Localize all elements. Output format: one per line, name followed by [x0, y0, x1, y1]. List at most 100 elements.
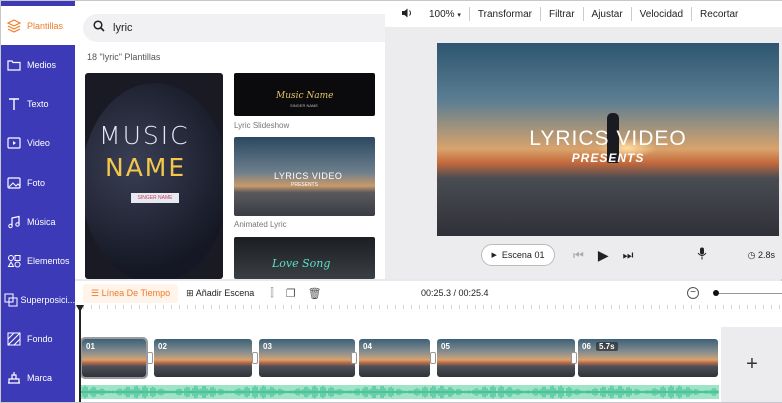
folder-icon [1, 58, 27, 72]
duplicate-icon[interactable]: ❐ [286, 287, 296, 300]
trash-icon[interactable]: 🗑 [308, 287, 322, 300]
volume-icon[interactable] [385, 7, 421, 22]
thumb-singer-tag: SINGER NAME [131, 193, 179, 203]
thumb-title-line1: MUSIC [99, 121, 190, 150]
template-thumb-music-name[interactable]: MUSIC NAME SINGER NAME [85, 73, 223, 279]
sidebar-item-label: Elementos [27, 255, 70, 266]
thumb-title: Music Name [276, 91, 334, 101]
thumb-title: Love Song [272, 257, 331, 270]
timeline-header: ☰ Línea De Tiempo ⊞ Añadir Escena ⫿ ❐ 🗑 … [75, 281, 782, 305]
skip-back-icon[interactable]: ⏮ [573, 248, 584, 263]
video-editor: Plantillas Medios Texto Video Foto Músic… [0, 0, 782, 403]
sidebar-item-label: Fondo [27, 333, 53, 344]
thumb-title-line2: NAME [105, 153, 187, 182]
clock-icon: ◷ [747, 249, 756, 260]
scene-number: 03 [263, 342, 272, 351]
sidebar-item-label: Música [27, 216, 56, 227]
sidebar-item-elementos[interactable]: Elementos [1, 241, 75, 280]
timeline-icon: ☰ [91, 287, 100, 298]
sidebar-item-label: Superposici... [20, 294, 75, 305]
brand-icon [1, 371, 27, 385]
transition-handle[interactable] [430, 352, 436, 364]
crop-button[interactable]: Recortar [692, 9, 746, 20]
scene-duration-badge: 5.7s [596, 342, 618, 351]
video-icon [1, 136, 27, 150]
tab-label: Línea De Tiempo [101, 287, 171, 298]
template-thumb-love-song[interactable]: Love Song [234, 237, 375, 279]
split-icon[interactable]: ⫿ [270, 287, 274, 300]
search-icon [93, 19, 105, 37]
scene-clip[interactable]: 05 [437, 339, 575, 377]
timecode: 00:25.3 / 00:25.4 [421, 288, 489, 298]
overlay-icon [1, 293, 20, 307]
playhead[interactable] [76, 305, 84, 402]
thumb-subtitle: SINGER NAME [290, 103, 319, 108]
sidebar: Plantillas Medios Texto Video Foto Músic… [1, 1, 75, 402]
sidebar-item-label: Medios [27, 59, 57, 70]
thumb-subtitle: PRESENTS [291, 182, 318, 188]
text-icon [1, 97, 27, 111]
preview-toolbar: 100% ▾ Transformar Filtrar Ajustar Veloc… [385, 1, 782, 27]
video-preview[interactable]: LYRICS VIDEO PRESENTS [437, 43, 779, 236]
add-scene-plus-button[interactable]: + [721, 327, 782, 402]
scene-label: Escena 01 [501, 250, 545, 260]
template-thumb-animated-lyric[interactable]: LYRICS VIDEO PRESENTS [234, 137, 375, 216]
scene-clip[interactable]: 03 [259, 339, 355, 377]
play-icon[interactable]: ▶ [598, 247, 609, 264]
adjust-button[interactable]: Ajustar [584, 9, 631, 20]
add-scene-label: Añadir Escena [195, 287, 255, 298]
preview-subtitle: PRESENTS [571, 151, 645, 165]
add-square-icon: ⊞ [186, 287, 194, 298]
sidebar-item-texto[interactable]: Texto [1, 84, 75, 123]
timeline-ruler[interactable] [75, 305, 782, 327]
scene-number: 01 [86, 342, 95, 351]
sidebar-item-label: Texto [27, 98, 49, 109]
zoom-out-icon[interactable]: − [687, 287, 699, 299]
sidebar-item-marca[interactable]: Marca [1, 358, 75, 397]
zoom-select[interactable]: 100% ▾ [421, 9, 469, 20]
scene-number: 06 [582, 342, 591, 351]
templates-panel: lyric ✕ 18 "lyric" Plantillas MUSIC NAME… [75, 1, 448, 279]
result-count: 18 "lyric" Plantillas [87, 52, 161, 62]
sidebar-item-label: Plantillas [27, 20, 64, 31]
transition-handle[interactable] [252, 352, 258, 364]
speed-button[interactable]: Velocidad [632, 9, 691, 20]
scene-clip[interactable]: 06 5.7s [578, 339, 718, 377]
music-icon [1, 215, 27, 229]
shapes-icon [1, 254, 27, 268]
thumb-title: LYRICS VIDEO [274, 171, 343, 181]
scene-selector-button[interactable]: ▶ Escena 01 [481, 244, 555, 266]
search-input[interactable]: lyric [113, 22, 428, 34]
sidebar-item-musica[interactable]: Música [1, 202, 75, 241]
sidebar-item-superposiciones[interactable]: Superposici... [1, 280, 75, 319]
scene-clip[interactable]: 02 [154, 339, 252, 377]
audio-waveform[interactable] [81, 385, 719, 399]
transform-button[interactable]: Transformar [470, 9, 540, 20]
transition-handle[interactable] [571, 352, 577, 364]
scene-clip[interactable]: 01 [80, 337, 148, 379]
plus-icon: + [746, 353, 758, 375]
microphone-icon[interactable] [697, 247, 707, 263]
sidebar-item-fondo[interactable]: Fondo [1, 319, 75, 358]
transition-handle[interactable] [147, 352, 153, 364]
chevron-down-icon: ▾ [457, 11, 461, 19]
waveform-graphic [81, 385, 719, 399]
sidebar-item-medios[interactable]: Medios [1, 45, 75, 84]
playback-controls: ▶ Escena 01 ⏮ ▶ ⏭ ◷ 2.8s [437, 242, 779, 268]
sidebar-item-label: Foto [27, 177, 46, 188]
zoom-slider-track[interactable] [719, 292, 782, 294]
filter-button[interactable]: Filtrar [541, 9, 583, 20]
scene-number: 05 [441, 342, 450, 351]
template-caption: Animated Lyric [234, 220, 287, 229]
sidebar-item-foto[interactable]: Foto [1, 163, 75, 202]
sidebar-item-video[interactable]: Video [1, 123, 75, 162]
scene-clip[interactable]: 04 [359, 339, 430, 377]
sidebar-item-plantillas[interactable]: Plantillas [1, 6, 75, 45]
zoom-value: 100% [429, 8, 455, 20]
transition-handle[interactable] [351, 352, 357, 364]
preview-title: LYRICS VIDEO [529, 127, 687, 150]
add-scene-button[interactable]: ⊞ Añadir Escena [186, 288, 254, 299]
tab-timeline[interactable]: ☰ Línea De Tiempo [83, 283, 179, 303]
skip-forward-icon[interactable]: ⏭ [623, 248, 634, 263]
template-thumb-lyric-slideshow[interactable]: Music Name SINGER NAME [234, 73, 375, 116]
